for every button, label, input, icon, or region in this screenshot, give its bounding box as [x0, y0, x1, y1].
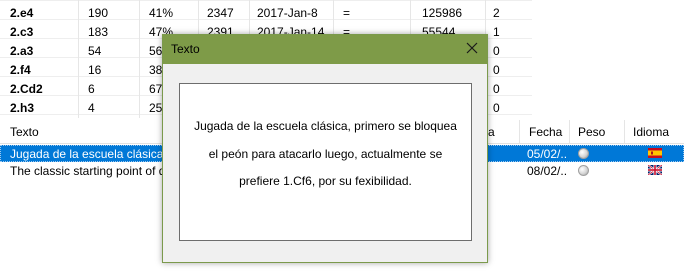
games-cell: 54	[88, 44, 102, 58]
uk-flag-icon	[648, 165, 662, 175]
elo-cell: 2347	[207, 6, 234, 20]
spain-flag-icon	[648, 148, 662, 158]
column-header-text[interactable]: Texto	[10, 125, 39, 139]
percent-cell: 38	[149, 63, 163, 77]
move-cell: 2.f4	[10, 63, 31, 77]
percent-cell: 25	[149, 101, 163, 115]
dialog-title: Texto	[171, 42, 200, 56]
games-cell: 190	[88, 6, 109, 20]
column-header-date[interactable]: Fecha	[529, 125, 562, 139]
column-header-weight[interactable]: Peso	[578, 125, 605, 139]
games-cell: 183	[88, 25, 109, 39]
comment-date: 08/02/..	[527, 164, 568, 178]
comment-text: Jugada de la escuela clásica,	[10, 147, 167, 161]
text-dialog: Texto Jugada de la escuela clásica, prim…	[162, 34, 488, 263]
games-cell: 6	[88, 82, 95, 96]
comment-text: The classic starting point of d	[10, 164, 166, 178]
percent-cell: 41%	[149, 6, 174, 20]
count-cell: 0	[493, 63, 500, 77]
close-icon[interactable]	[465, 41, 479, 55]
dialog-text-box: Jugada de la escuela clásica, primero se…	[179, 83, 472, 241]
move-cell: 2.h3	[10, 101, 35, 115]
comment-date: 05/02/..	[527, 147, 568, 161]
dialog-body-text: Jugada de la escuela clásica, primero se…	[194, 119, 457, 188]
count-cell: 0	[493, 44, 500, 58]
opening-row[interactable]: 2.e4 190 41% 2347 2017-Jan-8 = 125986 2	[0, 4, 532, 22]
count-cell: 2	[493, 6, 500, 20]
move-cell: 2.Cd2	[10, 82, 43, 96]
weight-ball-icon	[578, 148, 589, 159]
games-cell: 16	[88, 63, 102, 77]
eval-cell: =	[343, 6, 351, 20]
weight-ball-icon	[578, 165, 589, 176]
perf-cell: 125986	[422, 6, 463, 20]
column-header-language[interactable]: Idioma	[633, 125, 669, 139]
percent-cell: 67	[149, 82, 163, 96]
games-cell: 4	[88, 101, 95, 115]
count-cell: 0	[493, 82, 500, 96]
count-cell: 0	[493, 101, 500, 115]
count-cell: 1	[493, 25, 500, 39]
move-cell: 2.c3	[10, 25, 34, 39]
percent-cell: 56	[149, 44, 163, 58]
move-cell: 2.e4	[10, 6, 34, 20]
date-cell: 2017-Jan-8	[257, 6, 318, 20]
move-cell: 2.a3	[10, 44, 34, 58]
dialog-titlebar[interactable]: Texto	[163, 35, 487, 64]
